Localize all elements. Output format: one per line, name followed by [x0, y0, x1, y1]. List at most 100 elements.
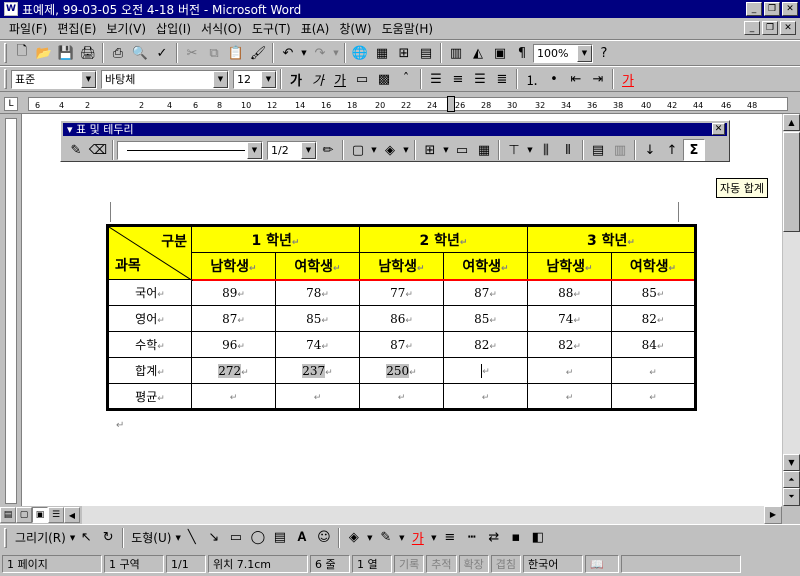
close-button[interactable]: ✕ — [782, 2, 798, 16]
table-autoformat-icon[interactable]: ▤ — [587, 139, 609, 161]
clipart-icon[interactable]: ☺ — [313, 527, 335, 549]
undo-icon[interactable]: ↶ — [277, 42, 299, 64]
web-view-icon[interactable]: ▢ — [16, 507, 32, 523]
horizontal-ruler[interactable]: L 6 4 2 2 4 6 8 10 12 14 16 18 20 22 24 … — [0, 94, 800, 114]
gender-header[interactable]: 남학생↵ — [359, 252, 444, 281]
ruler-track[interactable]: 6 4 2 2 4 6 8 10 12 14 16 18 20 22 24 26… — [28, 96, 788, 112]
sum-cell[interactable]: ↵ — [527, 357, 612, 384]
tables-borders-icon[interactable]: ▦ — [371, 42, 393, 64]
change-text-direction-icon[interactable]: ▥ — [609, 139, 631, 161]
horizontal-scrollbar[interactable]: ▶ — [82, 506, 782, 524]
chevron-down-icon[interactable]: ▼ — [397, 527, 407, 549]
char-border-icon[interactable]: ▭ — [351, 68, 373, 90]
tab-selector-icon[interactable]: L — [4, 97, 18, 111]
distribute-icon[interactable]: ≣ — [491, 68, 513, 90]
score-cell[interactable]: 85↵ — [611, 279, 696, 306]
previous-page-icon[interactable]: ⏶ — [783, 471, 800, 488]
insert-table-icon[interactable]: ⊞ — [393, 42, 415, 64]
border-color-icon[interactable]: ✏ — [317, 139, 339, 161]
scroll-right-icon[interactable]: ▶ — [764, 506, 782, 524]
avg-cell[interactable]: ↵ — [443, 383, 528, 410]
align-center-icon[interactable]: ≡ — [447, 68, 469, 90]
score-cell[interactable]: 87↵ — [359, 331, 444, 358]
subject-cell[interactable]: 수학↵ — [107, 331, 192, 358]
score-cell[interactable]: 85↵ — [443, 305, 528, 332]
normal-view-icon[interactable]: ▤ — [0, 507, 16, 523]
line-style-select[interactable]: ▼ — [117, 140, 263, 160]
distribute-columns-icon[interactable]: ⫴ — [557, 139, 579, 161]
italic-button[interactable]: 가 — [307, 68, 329, 90]
chevron-down-icon[interactable]: ▼ — [525, 139, 535, 161]
draw-menu[interactable]: 그리기(R) — [11, 529, 70, 546]
chevron-down-icon[interactable]: ▼ — [247, 141, 262, 159]
menu-insert[interactable]: 삽입(I) — [151, 20, 196, 37]
chevron-down-icon[interactable]: ▼ — [301, 141, 316, 159]
vertical-ruler[interactable] — [0, 114, 22, 506]
columns-icon[interactable]: ▥ — [445, 42, 467, 64]
align-right-icon[interactable]: ☰ — [469, 68, 491, 90]
sum-cell[interactable]: 237↵ — [275, 357, 360, 384]
align-justify-icon[interactable]: ☰ — [425, 68, 447, 90]
oval-icon[interactable]: ◯ — [247, 527, 269, 549]
doc-close-button[interactable]: ✕ — [780, 21, 796, 35]
underline-button[interactable]: 가 — [329, 68, 351, 90]
status-trk[interactable]: 추적 — [426, 555, 457, 573]
status-rec[interactable]: 기록 — [394, 555, 425, 573]
arrow-icon[interactable]: ↘ — [203, 527, 225, 549]
font-size-select[interactable]: 12 ▼ — [233, 69, 277, 89]
grade-header[interactable]: 3 학년↵ — [527, 225, 696, 253]
font-color-icon[interactable]: 가 — [407, 527, 429, 549]
subject-cell[interactable]: 합계↵ — [107, 357, 192, 384]
score-cell[interactable]: 85↵ — [275, 305, 360, 332]
menu-table[interactable]: 표(A) — [296, 20, 335, 37]
minimize-button[interactable]: _ — [746, 2, 762, 16]
gender-header[interactable]: 남학생↵ — [527, 252, 612, 281]
spelling-icon[interactable]: ✓ — [151, 42, 173, 64]
font-color-icon[interactable]: 가 — [617, 68, 639, 90]
table-corner-cell[interactable]: 구분 과목 — [107, 225, 193, 281]
page-view-icon[interactable]: ▣ — [32, 507, 48, 523]
dash-style-icon[interactable]: ┅ — [461, 527, 483, 549]
menu-window[interactable]: 창(W) — [334, 20, 376, 37]
zoom-select[interactable]: 100% ▼ — [533, 43, 593, 63]
sum-cell[interactable]: 250↵ — [359, 357, 444, 384]
select-objects-icon[interactable]: ↖ — [75, 527, 97, 549]
score-cell[interactable]: 84↵ — [611, 331, 696, 358]
arrow-style-icon[interactable]: ⇄ — [483, 527, 505, 549]
scroll-left-icon[interactable]: ◀ — [64, 507, 80, 523]
menu-view[interactable]: 보기(V) — [101, 20, 151, 37]
score-cell[interactable]: 87↵ — [443, 279, 528, 306]
gender-header[interactable]: 여학생↵ — [611, 252, 696, 281]
new-document-icon[interactable]: 🗋 — [11, 42, 33, 64]
indent-marker[interactable] — [447, 96, 455, 112]
grade-header[interactable]: 1 학년↵ — [191, 225, 360, 253]
increase-indent-icon[interactable]: ⇥ — [587, 68, 609, 90]
avg-cell[interactable]: ↵ — [611, 383, 696, 410]
avg-cell[interactable]: ↵ — [359, 383, 444, 410]
gender-header[interactable]: 남학생↵ — [191, 252, 276, 281]
sum-cell[interactable]: ↵ — [443, 357, 528, 384]
subject-cell[interactable]: 영어↵ — [107, 305, 192, 332]
vertical-scrollbar[interactable]: ▲ ▼ ⏶ ⏷ — [782, 114, 800, 506]
score-cell[interactable]: 77↵ — [359, 279, 444, 306]
doc-minimize-button[interactable]: _ — [744, 21, 760, 35]
print-icon[interactable]: ⎙ — [107, 42, 129, 64]
insert-table-icon[interactable]: ⊞ — [419, 139, 441, 161]
sort-ascending-icon[interactable]: ↓ — [639, 139, 661, 161]
align-top-icon[interactable]: ⊤ — [503, 139, 525, 161]
format-painter-icon[interactable]: 🖌 — [247, 42, 269, 64]
split-cells-icon[interactable]: ▦ — [473, 139, 495, 161]
toolbar-grip[interactable] — [4, 43, 7, 63]
drawing-icon[interactable]: ◭ — [467, 42, 489, 64]
insert-excel-icon[interactable]: ▤ — [415, 42, 437, 64]
line-color-icon[interactable]: ✎ — [375, 527, 397, 549]
3d-icon[interactable]: ◧ — [527, 527, 549, 549]
vertical-ruler-track[interactable] — [5, 118, 17, 504]
score-cell[interactable]: 82↵ — [527, 331, 612, 358]
fill-color-icon[interactable]: ◈ — [343, 527, 365, 549]
score-cell[interactable]: 87↵ — [191, 305, 276, 332]
data-table[interactable]: 구분 과목 1 학년↵ 2 학년↵ 3 학년↵ 남학생↵ 여학생↵ 남학생↵ 여… — [106, 224, 697, 411]
chevron-down-icon[interactable]: ▼ — [401, 139, 411, 161]
avg-cell[interactable]: ↵ — [191, 383, 276, 410]
autosum-icon[interactable]: Σ — [683, 139, 705, 161]
